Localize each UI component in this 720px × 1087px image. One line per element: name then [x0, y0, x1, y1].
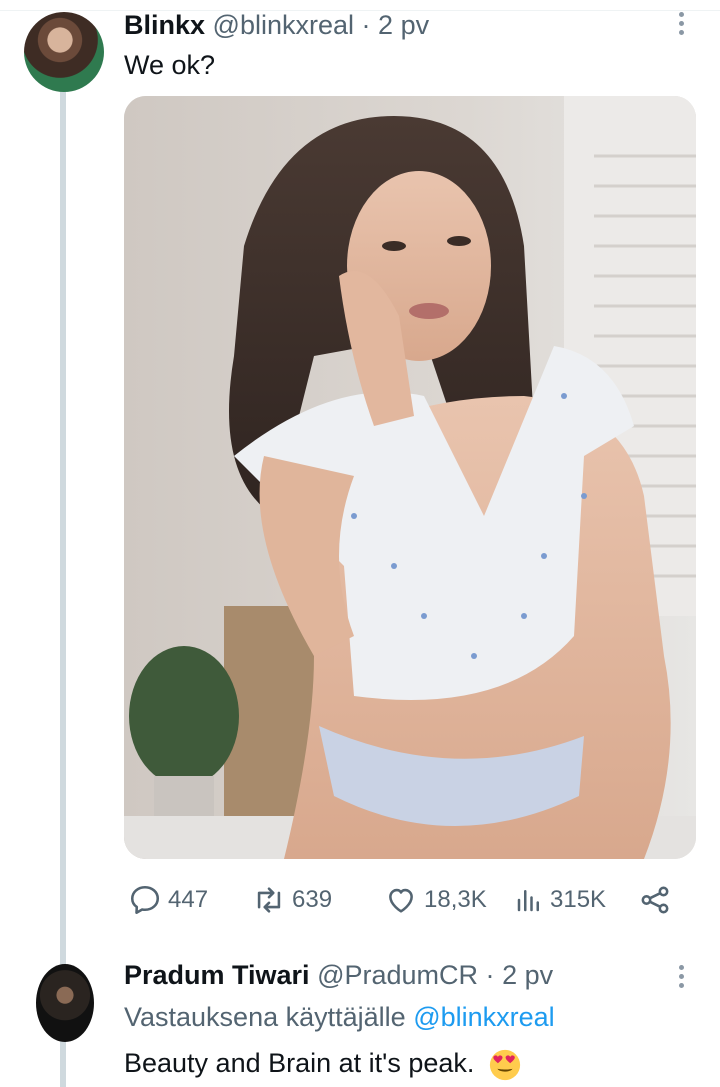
tweet-action-bar: 447 639 18,3K 315K — [124, 880, 684, 920]
reply-context: Vastauksena käyttäjälle @blinkxreal — [124, 1000, 555, 1034]
reply-more-options-icon[interactable] — [677, 965, 685, 988]
reply-timestamp[interactable]: 2 pv — [502, 960, 553, 990]
reply-count: 447 — [168, 886, 209, 913]
tweet-header: Blinkx @blinkxreal · 2 pv — [124, 8, 429, 42]
like-button[interactable]: 18,3K — [384, 880, 487, 920]
tweet-media-photo[interactable] — [124, 96, 696, 859]
retweet-button[interactable]: 639 — [252, 880, 332, 920]
tweet-text: We ok? — [124, 50, 216, 80]
retweet-icon — [257, 887, 281, 913]
reply-text-content: Beauty and Brain at it's peak. — [124, 1048, 475, 1078]
reply-text: Beauty and Brain at it's peak. — [124, 1046, 522, 1082]
views-count: 315K — [550, 886, 607, 913]
more-options-icon[interactable] — [677, 12, 685, 35]
views-chart-icon — [517, 890, 539, 912]
header-separator: · — [361, 10, 371, 40]
views-button[interactable]: 315K — [514, 880, 606, 920]
author-handle[interactable]: @blinkxreal — [213, 10, 354, 40]
reply-context-mention[interactable]: @blinkxreal — [413, 1002, 554, 1032]
reply-context-prefix: Vastauksena käyttäjälle — [124, 1002, 406, 1032]
author-avatar[interactable] — [24, 12, 104, 92]
reply-header: Pradum Tiwari @PradumCR · 2 pv — [124, 958, 553, 992]
reply-author-display-name[interactable]: Pradum Tiwari — [124, 960, 310, 990]
like-count: 18,3K — [424, 886, 487, 913]
reply-icon — [130, 885, 160, 915]
tweet-timestamp[interactable]: 2 pv — [378, 10, 429, 40]
heart-eyes-emoji-icon — [489, 1049, 521, 1080]
reply-button[interactable]: 447 — [128, 880, 208, 920]
retweet-count: 639 — [292, 886, 333, 913]
author-display-name[interactable]: Blinkx — [124, 10, 205, 40]
reply-author-avatar[interactable] — [36, 964, 94, 1042]
reply-header-separator: · — [485, 960, 495, 990]
share-button[interactable] — [638, 880, 672, 920]
share-icon — [641, 886, 669, 914]
photo-illustration — [124, 96, 696, 859]
reply-author-handle[interactable]: @PradumCR — [317, 960, 478, 990]
thread-connector-line — [60, 92, 66, 1087]
heart-icon — [389, 888, 413, 913]
